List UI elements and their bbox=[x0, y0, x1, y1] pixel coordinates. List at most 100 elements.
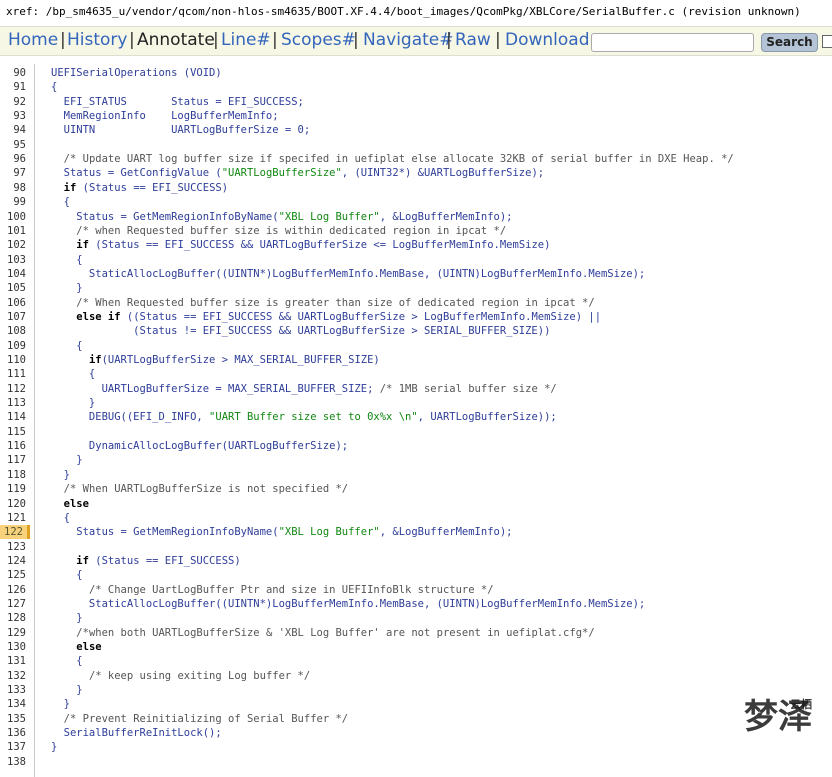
line-number-link[interactable]: 123 bbox=[0, 540, 30, 554]
download-link[interactable]: Download bbox=[505, 30, 590, 50]
line-number-link[interactable]: 110 bbox=[0, 353, 30, 367]
line-number-link[interactable]: 96 bbox=[0, 152, 30, 166]
code-text: if (Status == EFI_SUCCESS && UARTLogBuff… bbox=[76, 239, 551, 252]
line-number-link[interactable]: 108 bbox=[0, 324, 30, 338]
code-text: EFI_STATUS Status = EFI_SUCCESS; bbox=[51, 95, 304, 108]
line-number-link[interactable]: 97 bbox=[0, 166, 30, 180]
line-number-link[interactable]: 109 bbox=[0, 339, 30, 353]
code-text: Status = GetConfigValue ("UARTLogBufferS… bbox=[51, 167, 545, 180]
line-number-link[interactable]: 118 bbox=[0, 468, 30, 482]
line-number-link[interactable]: 102 bbox=[0, 238, 30, 252]
code-line: 134 } bbox=[0, 697, 832, 711]
line-number-link[interactable]: 104 bbox=[0, 267, 30, 281]
search-input[interactable] bbox=[591, 33, 754, 52]
line-number-link[interactable]: 91 bbox=[0, 80, 30, 94]
menu-separator: | bbox=[60, 30, 66, 50]
line-number-link[interactable]: 126 bbox=[0, 583, 30, 597]
line-number-link[interactable]: 99 bbox=[0, 195, 30, 209]
code-line: 135 /* Prevent Reinitializing of Serial … bbox=[0, 712, 832, 726]
line-number-link[interactable]: 137 bbox=[0, 740, 30, 754]
code-line: 118 } bbox=[0, 468, 832, 482]
code-text: /* Prevent Reinitializing of Serial Buff… bbox=[63, 712, 349, 725]
code-line: 113 } bbox=[0, 396, 832, 410]
line-number-link[interactable]: 134 bbox=[0, 697, 30, 711]
search-button[interactable]: Search bbox=[761, 33, 818, 52]
search-option-checkbox[interactable] bbox=[822, 35, 832, 48]
line-number-link[interactable]: 115 bbox=[0, 425, 30, 439]
code-line: 111 { bbox=[0, 367, 832, 381]
code-line: 119 /* When UARTLogBufferSize is not spe… bbox=[0, 482, 832, 496]
line-number-link[interactable]: 112 bbox=[0, 382, 30, 396]
code-line: 129 /*when both UARTLogBufferSize & 'XBL… bbox=[0, 626, 832, 640]
line-number-link[interactable]: 117 bbox=[0, 453, 30, 467]
code-text: UEFISerialOperations (VOID) bbox=[51, 67, 222, 79]
code-line: 121 { bbox=[0, 511, 832, 525]
line-number-link[interactable]: 113 bbox=[0, 396, 30, 410]
code-text: /* keep using exiting Log buffer */ bbox=[88, 669, 311, 682]
line-number-link[interactable]: 136 bbox=[0, 726, 30, 740]
source-code-view: 90 UEFISerialOperations (VOID) 91 {92 EFI_S… bbox=[0, 64, 832, 777]
home-link[interactable]: Home bbox=[8, 30, 58, 50]
line-number-link[interactable]: 119 bbox=[0, 482, 30, 496]
xref-path-link[interactable]: /bp_sm4635_u/vendor/qcom/non-hlos-sm4635… bbox=[46, 5, 675, 18]
code-text: /* Change UartLogBuffer Ptr and size in … bbox=[88, 583, 494, 596]
menu-separator: | bbox=[272, 30, 278, 50]
code-text: /* Update UART log buffer size if specif… bbox=[63, 153, 734, 166]
line-number-link[interactable]: 92 bbox=[0, 95, 30, 109]
line-number-link[interactable]: 130 bbox=[0, 640, 30, 654]
line-number-link[interactable]: 122 bbox=[0, 525, 30, 540]
line-number-link[interactable]: 106 bbox=[0, 296, 30, 310]
code-text: { bbox=[51, 196, 70, 209]
code-text: { bbox=[51, 569, 83, 582]
line-number-link[interactable]: 120 bbox=[0, 497, 30, 511]
code-line: 103 { bbox=[0, 253, 832, 267]
code-line: 104 StaticAllocLogBuffer((UINTN*)LogBuff… bbox=[0, 267, 832, 281]
code-line: 116 DynamicAllocLogBuffer(UARTLogBufferS… bbox=[0, 439, 832, 453]
line-number-link[interactable]: 116 bbox=[0, 439, 30, 453]
line-number-link[interactable]: 138 bbox=[0, 755, 30, 769]
line-number-link[interactable]: 98 bbox=[0, 181, 30, 195]
line-number-link[interactable]: 107 bbox=[0, 310, 30, 324]
code-line: 96 /* Update UART log buffer size if spe… bbox=[0, 152, 832, 166]
line-number-link[interactable]: 111 bbox=[0, 367, 30, 381]
line-number-link[interactable]: 114 bbox=[0, 410, 30, 424]
line-number-link[interactable]: 133 bbox=[0, 683, 30, 697]
history-link[interactable]: History bbox=[67, 30, 127, 50]
code-line: 120 else bbox=[0, 497, 832, 511]
scopes-toggle[interactable]: Scopes# bbox=[281, 30, 356, 50]
line-number-link[interactable]: 93 bbox=[0, 109, 30, 123]
line-number-link[interactable]: 101 bbox=[0, 224, 30, 238]
line-number-link[interactable]: 124 bbox=[0, 554, 30, 568]
code-text: } bbox=[51, 397, 96, 410]
code-line: 112 UARTLogBufferSize = MAX_SERIAL_BUFFE… bbox=[0, 382, 832, 396]
line-number-link[interactable]: 105 bbox=[0, 281, 30, 295]
menu-separator: | bbox=[213, 30, 219, 50]
code-text: { bbox=[51, 368, 96, 381]
line-number-link[interactable]: 95 bbox=[0, 138, 30, 152]
line-number-link[interactable]: 121 bbox=[0, 511, 30, 525]
line-numbers-toggle[interactable]: Line# bbox=[221, 30, 271, 50]
line-number-link[interactable]: 100 bbox=[0, 210, 30, 224]
code-line: 137} bbox=[0, 740, 832, 754]
code-line: 91 { bbox=[0, 80, 832, 94]
line-number-link[interactable]: 128 bbox=[0, 611, 30, 625]
line-number-link[interactable]: 90 bbox=[0, 66, 30, 80]
code-line: 108 (Status != EFI_SUCCESS && UARTLogBuf… bbox=[0, 324, 832, 338]
line-number-link[interactable]: 125 bbox=[0, 568, 30, 582]
menu-bar: Home | History | Annotate | Line# | Scop… bbox=[0, 26, 832, 56]
navigate-toggle[interactable]: Navigate# bbox=[363, 30, 454, 50]
code-text: { bbox=[51, 339, 83, 352]
line-number-link[interactable]: 103 bbox=[0, 253, 30, 267]
code-line: 90 UEFISerialOperations (VOID) bbox=[0, 66, 832, 80]
raw-link[interactable]: Raw bbox=[455, 30, 491, 50]
line-number-link[interactable]: 131 bbox=[0, 654, 30, 668]
line-number-link[interactable]: 135 bbox=[0, 712, 30, 726]
annotate-link[interactable]: Annotate bbox=[137, 30, 215, 50]
code-line: 107 else if ((Status == EFI_SUCCESS && U… bbox=[0, 310, 832, 324]
code-text: DEBUG((EFI_D_INFO, "UART Buffer size set… bbox=[51, 411, 557, 424]
line-number-link[interactable]: 94 bbox=[0, 123, 30, 137]
xref-prefix: xref: bbox=[6, 5, 46, 18]
line-number-link[interactable]: 132 bbox=[0, 669, 30, 683]
line-number-link[interactable]: 129 bbox=[0, 626, 30, 640]
line-number-link[interactable]: 127 bbox=[0, 597, 30, 611]
